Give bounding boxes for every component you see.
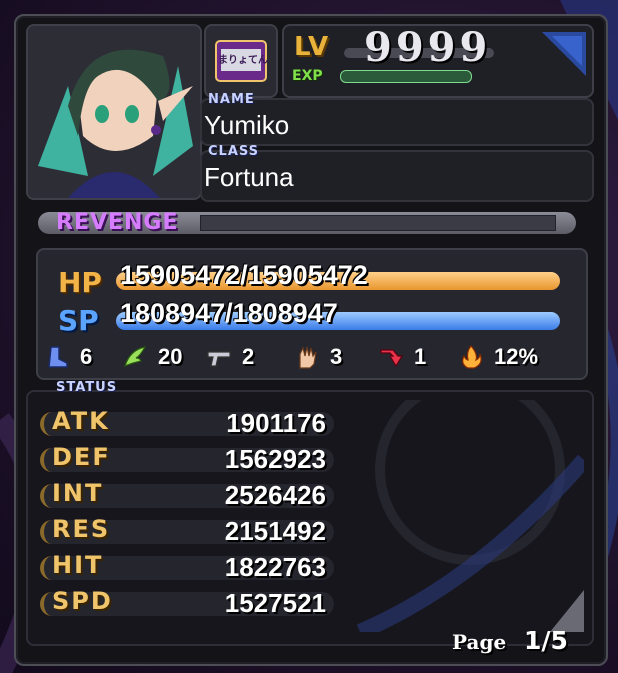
stat-value: 2526426 xyxy=(224,480,326,510)
jump-value: 20 xyxy=(158,344,183,369)
resistance-row: 6 20 2 3 1 12% xyxy=(38,342,586,372)
revenge-label: REVENGE xyxy=(56,210,179,235)
status-title: STATUS xyxy=(56,380,118,395)
jump-stat: 20 xyxy=(122,344,182,370)
counter-arrow-icon xyxy=(380,349,404,368)
stat-row-hit: HIT 1822763 xyxy=(40,551,334,582)
character-class: Fortuna xyxy=(204,162,294,192)
stat-row-res: RES 2151492 xyxy=(40,515,334,546)
stat-name: DEF xyxy=(52,443,111,471)
page-indicator[interactable]: 1/5 xyxy=(524,626,568,655)
stat-name: HIT xyxy=(52,551,104,579)
character-portrait xyxy=(26,24,202,200)
stat-value: 1562923 xyxy=(224,444,326,474)
move-value: 6 xyxy=(80,344,93,369)
stat-value: 1822763 xyxy=(224,552,326,582)
vitals-panel: HP 15905472/15905472 SP 1808947/1808947 … xyxy=(36,248,588,380)
counter-stat: 2 xyxy=(206,344,254,370)
corner-ornament-icon xyxy=(542,32,586,76)
stat-name: RES xyxy=(52,515,111,543)
boot-icon xyxy=(48,346,68,368)
fist-stat: 3 xyxy=(294,344,342,370)
status-decoration xyxy=(356,400,584,632)
page-label: Page xyxy=(452,630,507,654)
fire-value: 12% xyxy=(494,344,539,369)
class-label: CLASS xyxy=(208,144,260,159)
fire-stat: 12% xyxy=(458,344,538,370)
revenge-bar: REVENGE xyxy=(38,210,576,235)
counter-value: 2 xyxy=(242,344,255,369)
name-label: NAME xyxy=(208,92,255,107)
exp-bar xyxy=(340,70,472,83)
name-panel: NAME Yumiko xyxy=(200,92,594,146)
title-badge: まりょてん xyxy=(204,24,278,98)
stat-row-int: INT 2526426 xyxy=(40,479,334,510)
fist-value: 3 xyxy=(330,344,343,369)
hp-label: HP xyxy=(58,266,102,299)
title-badge-text: まりょてん xyxy=(218,55,268,66)
stat-row-atk: ATK 1901176 xyxy=(40,407,334,438)
class-panel: CLASS Fortuna xyxy=(200,144,594,202)
stat-name: ATK xyxy=(52,407,110,435)
move-stat: 6 xyxy=(44,344,92,370)
hp-value: 15905472/15905472 xyxy=(120,260,368,290)
redirect-stat: 1 xyxy=(378,344,426,370)
sp-value: 1808947/1808947 xyxy=(120,298,338,328)
exp-label: EXP xyxy=(292,68,323,84)
fire-icon xyxy=(462,345,482,369)
portrait-illustration xyxy=(28,26,200,198)
wing-icon xyxy=(124,346,147,368)
stat-row-spd: SPD 1527521 xyxy=(40,587,334,618)
stat-row-def: DEF 1562923 xyxy=(40,443,334,474)
hand-icon xyxy=(299,346,317,369)
sp-label: SP xyxy=(58,304,99,337)
gun-icon xyxy=(207,351,231,367)
revenge-gauge xyxy=(200,215,556,231)
stat-value: 1901176 xyxy=(226,408,326,438)
stat-name: INT xyxy=(52,479,104,507)
stat-value: 2151492 xyxy=(224,516,326,546)
stat-name: SPD xyxy=(52,587,113,615)
character-name: Yumiko xyxy=(204,110,290,140)
stat-value: 1527521 xyxy=(224,588,326,618)
redirect-value: 1 xyxy=(414,344,427,369)
level-panel: LV 9999 EXP xyxy=(282,24,594,98)
level-label: LV xyxy=(294,32,330,62)
level-value: 9999 xyxy=(364,24,492,71)
